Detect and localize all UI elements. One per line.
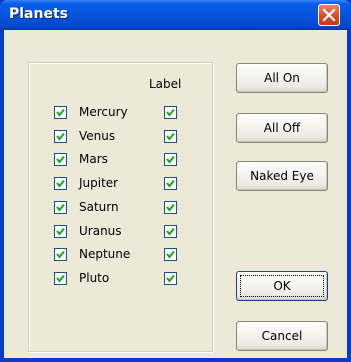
title-bar[interactable]: Planets bbox=[0, 0, 351, 30]
planet-name: Venus bbox=[79, 128, 116, 143]
checkmark-icon bbox=[166, 227, 175, 236]
planet-name: Uranus bbox=[79, 223, 122, 238]
planet-show-checkbox[interactable] bbox=[54, 106, 67, 119]
planet-name: Mars bbox=[79, 152, 108, 167]
naked-eye-label: Naked Eye bbox=[250, 169, 314, 183]
all-off-button[interactable]: All Off bbox=[236, 113, 328, 143]
planet-show-checkbox[interactable] bbox=[54, 248, 67, 262]
checkmark-icon bbox=[56, 179, 65, 188]
planet-show-checkbox[interactable] bbox=[54, 224, 67, 238]
cancel-button[interactable]: Cancel bbox=[236, 321, 328, 351]
close-icon bbox=[322, 8, 336, 22]
planet-show-checkbox[interactable] bbox=[54, 271, 67, 285]
close-button[interactable] bbox=[318, 4, 340, 26]
planet-label-checkbox[interactable] bbox=[164, 271, 177, 285]
checkmark-icon bbox=[56, 227, 65, 236]
planet-show-checkbox[interactable] bbox=[54, 129, 67, 143]
planet-name: Neptune bbox=[79, 247, 131, 262]
all-off-label: All Off bbox=[263, 121, 301, 135]
checkmark-icon bbox=[166, 203, 175, 212]
planet-show-checkbox[interactable] bbox=[54, 177, 67, 191]
planet-name: Pluto bbox=[79, 270, 110, 285]
label-column-header: Label bbox=[149, 77, 182, 91]
all-on-label: All On bbox=[264, 71, 300, 85]
planet-label-checkbox[interactable] bbox=[164, 129, 177, 143]
window-title: Planets bbox=[9, 6, 68, 22]
checkmark-icon bbox=[56, 156, 65, 164]
planet-name: Saturn bbox=[79, 199, 119, 214]
checkmark-icon bbox=[166, 274, 175, 283]
planet-label-checkbox[interactable] bbox=[164, 106, 177, 119]
naked-eye-button[interactable]: Naked Eye bbox=[236, 161, 328, 191]
checkmark-icon bbox=[166, 179, 175, 188]
checkmark-icon bbox=[166, 108, 175, 117]
planet-label-checkbox[interactable] bbox=[164, 224, 177, 238]
dialog-body: Label Mercury Venus Mars Jupiter Saturn Uranu… bbox=[4, 30, 347, 358]
planet-label-checkbox[interactable] bbox=[164, 177, 177, 191]
checkmark-icon bbox=[56, 251, 65, 259]
checkmark-icon bbox=[166, 132, 175, 141]
planet-show-checkbox[interactable] bbox=[54, 153, 67, 167]
cancel-label: Cancel bbox=[261, 329, 303, 343]
checkmark-icon bbox=[166, 251, 175, 259]
planet-show-checkbox[interactable] bbox=[54, 200, 67, 214]
focus-rect bbox=[240, 275, 324, 297]
planet-name: Mercury bbox=[79, 105, 128, 119]
planet-label-checkbox[interactable] bbox=[164, 248, 177, 262]
checkmark-icon bbox=[56, 108, 65, 117]
checkmark-icon bbox=[56, 274, 65, 283]
planet-label-checkbox[interactable] bbox=[164, 153, 177, 167]
planet-name: Jupiter bbox=[79, 176, 119, 191]
planets-dialog: Planets Label Mercury Venus Mars Jupiter Sat… bbox=[0, 0, 351, 362]
checkmark-icon bbox=[56, 203, 65, 212]
ok-button[interactable]: OK bbox=[236, 271, 328, 301]
checkmark-icon bbox=[166, 156, 175, 164]
planet-label-checkbox[interactable] bbox=[164, 200, 177, 214]
all-on-button[interactable]: All On bbox=[236, 63, 328, 93]
checkmark-icon bbox=[56, 132, 65, 141]
